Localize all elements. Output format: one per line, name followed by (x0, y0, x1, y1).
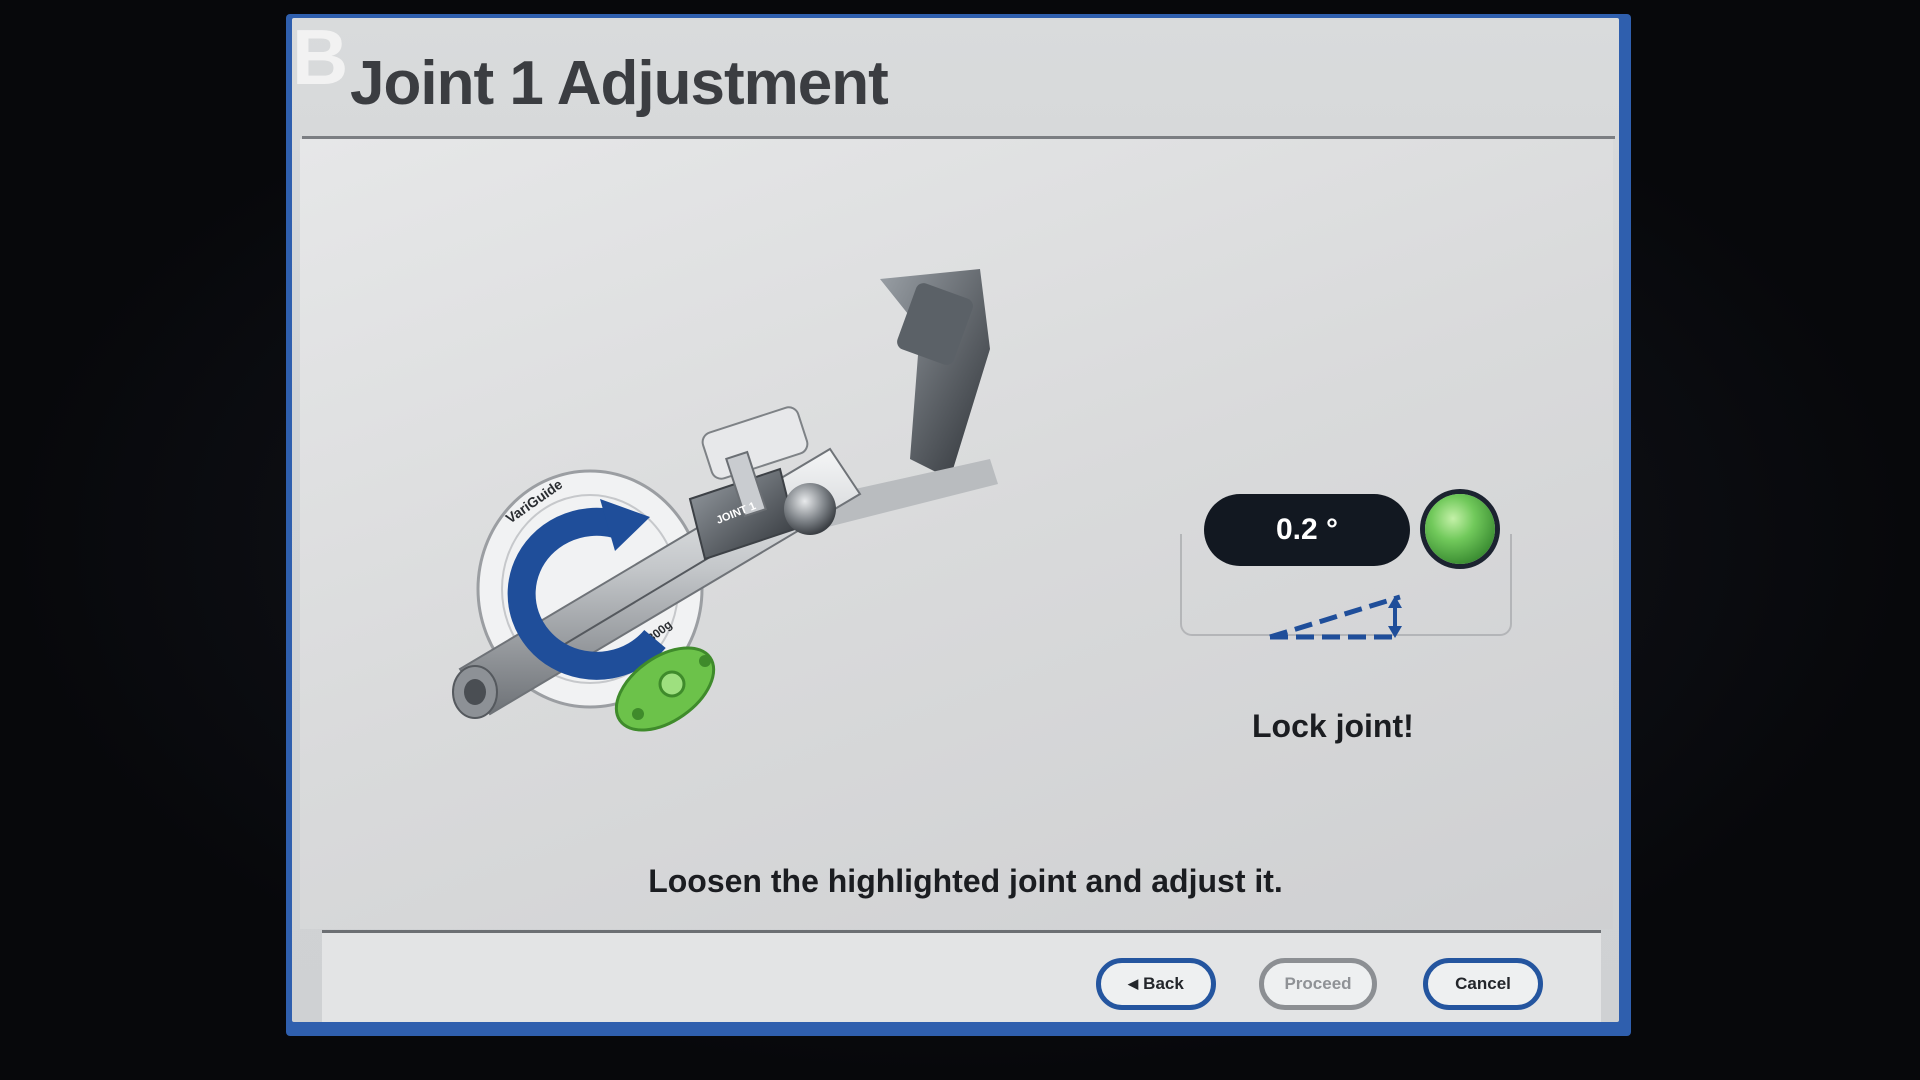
angle-readout-group: 0.2 ° (1180, 474, 1512, 734)
proceed-button-label: Proceed (1284, 974, 1352, 993)
status-indicator-icon (1425, 494, 1495, 564)
page-title: Joint 1 Adjustment (350, 49, 889, 118)
application-window: B Joint 1 Adjustment VariGuide max. load… (286, 14, 1631, 1036)
lock-joint-label: Lock joint! (1252, 708, 1414, 744)
proceed-button[interactable]: Proceed (1259, 958, 1377, 1010)
joint-illustration: VariGuide max. load 800g JOINT 1 (452, 269, 998, 732)
dialog-panel: B Joint 1 Adjustment VariGuide max. load… (292, 18, 1619, 1022)
back-button-label: Back (1143, 974, 1184, 993)
triangle-left-icon: ◀ (1128, 976, 1139, 991)
cancel-button-label: Cancel (1455, 974, 1511, 993)
content-area: VariGuide max. load 800g JOINT 1 0.2 ° (300, 139, 1613, 929)
angle-deviation-icon (1269, 594, 1402, 640)
corner-label: B (292, 13, 349, 101)
footer-divider (322, 930, 1601, 933)
ball-joint-shape (784, 483, 836, 535)
button-bar (322, 933, 1601, 1022)
instruction-text: Loosen the highlighted joint and adjust … (648, 863, 1283, 899)
back-button[interactable]: ◀ Back (1096, 958, 1216, 1010)
angle-readout: 0.2 ° (1204, 494, 1410, 566)
cancel-button[interactable]: Cancel (1423, 958, 1543, 1010)
